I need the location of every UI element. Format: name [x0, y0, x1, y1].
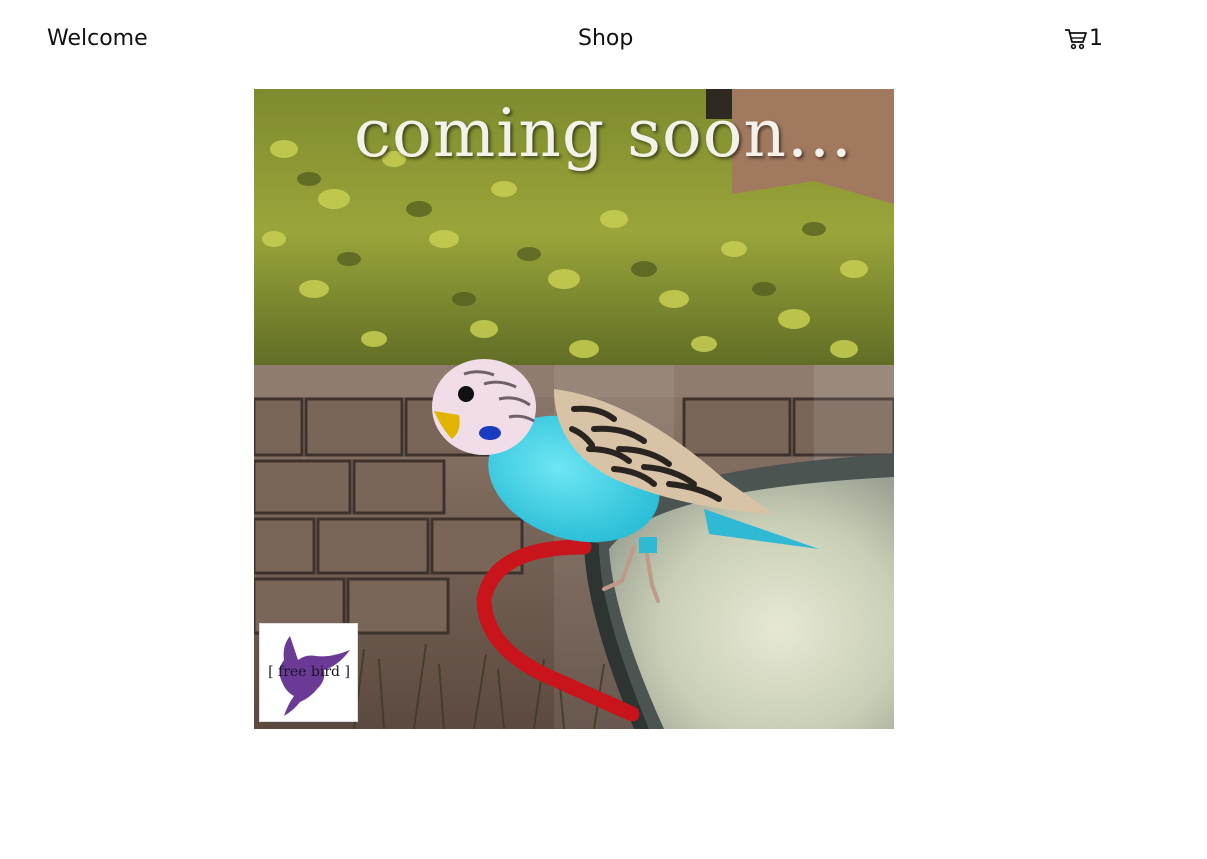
nav-shop-link[interactable]: Shop	[578, 26, 633, 51]
top-navigation: Welcome Shop 1	[0, 0, 1207, 82]
cart-link[interactable]: 1	[1064, 26, 1103, 51]
cart-icon	[1064, 28, 1088, 50]
svg-text:[ free bird ]: [ free bird ]	[268, 664, 350, 680]
cart-count: 1	[1089, 26, 1103, 51]
product-image: coming soon... [ free bird ]	[254, 89, 894, 729]
free-bird-logo: [ free bird ]	[259, 623, 358, 722]
coming-soon-banner: coming soon...	[354, 95, 853, 172]
nav-welcome-link[interactable]: Welcome	[47, 26, 148, 51]
